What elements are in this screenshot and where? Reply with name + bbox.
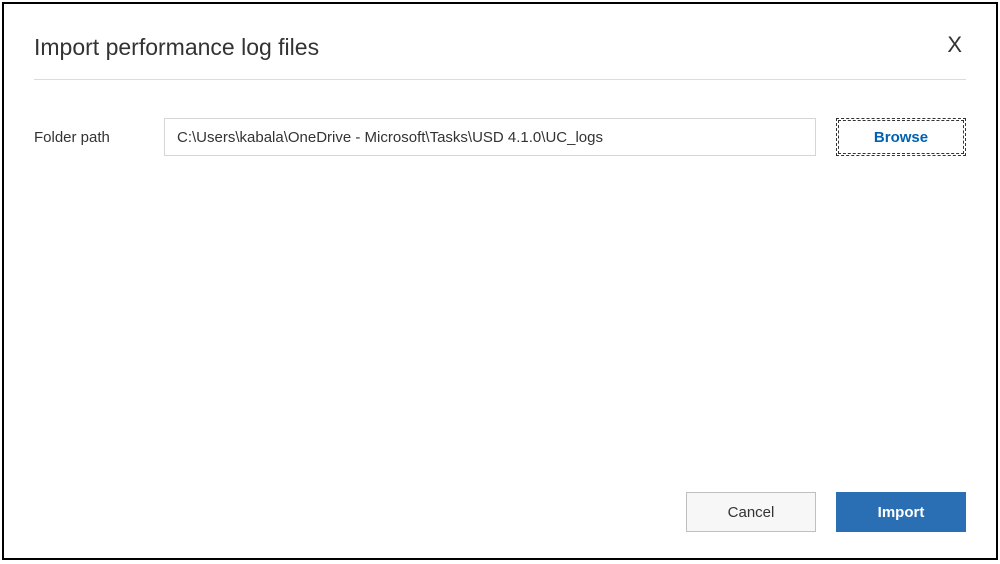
cancel-button[interactable]: Cancel xyxy=(686,492,816,532)
import-button[interactable]: Import xyxy=(836,492,966,532)
dialog-header: Import performance log files X xyxy=(34,34,966,80)
import-dialog: Import performance log files X Folder pa… xyxy=(2,2,998,560)
dialog-footer: Cancel Import xyxy=(686,492,966,532)
folder-path-label: Folder path xyxy=(34,129,144,146)
browse-button[interactable]: Browse xyxy=(836,118,966,156)
close-icon[interactable]: X xyxy=(943,34,966,56)
folder-path-input[interactable] xyxy=(164,118,816,156)
folder-path-row: Folder path Browse xyxy=(34,118,966,156)
dialog-title: Import performance log files xyxy=(34,34,319,61)
